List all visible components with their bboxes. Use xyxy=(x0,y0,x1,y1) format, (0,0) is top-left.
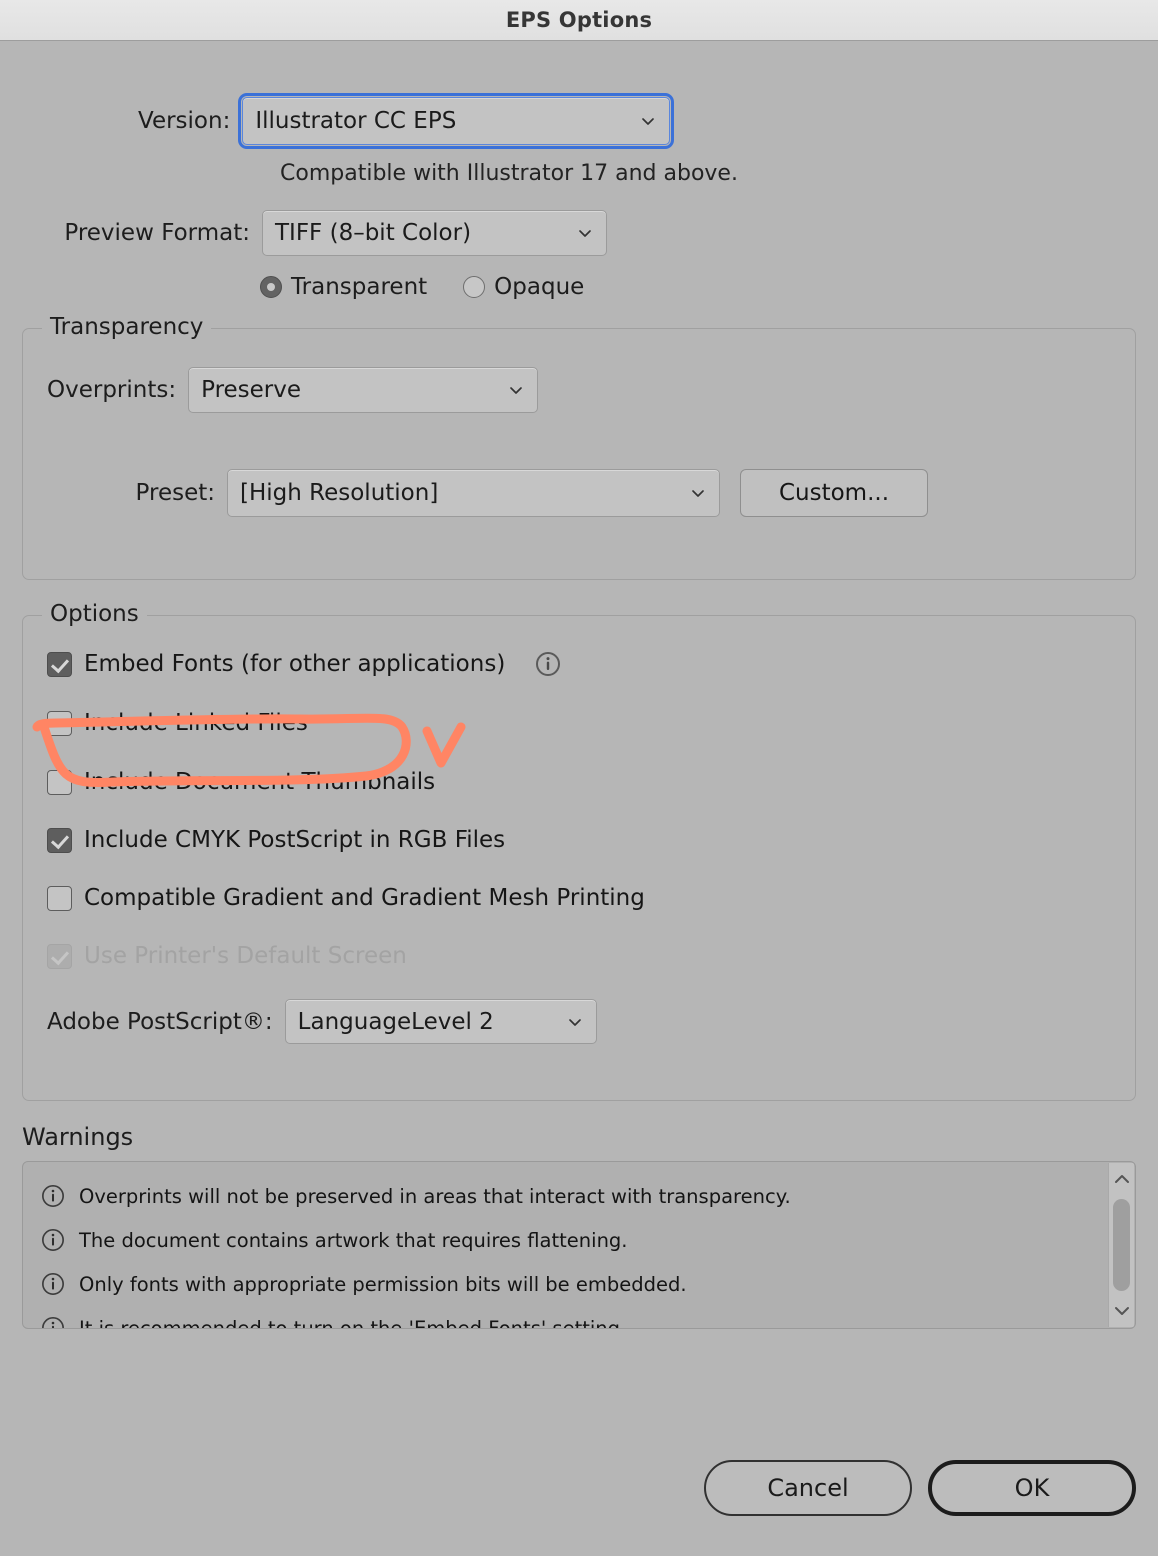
radio-opaque[interactable]: Opaque xyxy=(463,274,584,300)
chevron-up-icon[interactable] xyxy=(1109,1167,1134,1191)
checkbox-include-linked-files-label: Include Linked Files xyxy=(84,710,308,736)
checkbox-use-printers-default-screen-label: Use Printer's Default Screen xyxy=(84,943,407,969)
version-note: Compatible with Illustrator 17 and above… xyxy=(22,161,1136,186)
radio-opaque-indicator[interactable] xyxy=(463,276,486,298)
warning-text: It is recommended to turn on the 'Embed … xyxy=(79,1316,627,1329)
radio-opaque-label: Opaque xyxy=(494,274,585,300)
checkbox-include-document-thumbnails[interactable]: Include Document Thumbnails xyxy=(23,736,1135,795)
version-row: Version: Illustrator CC EPS xyxy=(22,93,1136,149)
checkbox-include-cmyk-postscript[interactable]: Include CMYK PostScript in RGB Files xyxy=(23,795,1135,853)
chevron-down-icon xyxy=(508,382,524,398)
transparency-group: Transparency Overprints: Preserve Preset… xyxy=(22,314,1136,580)
info-icon[interactable] xyxy=(535,651,561,677)
info-icon xyxy=(41,1272,65,1296)
warnings-list: Overprints will not be preserved in area… xyxy=(23,1162,1135,1329)
checkbox-include-cmyk-postscript-label: Include CMYK PostScript in RGB Files xyxy=(84,827,506,853)
cancel-button[interactable]: Cancel xyxy=(704,1460,912,1516)
preview-format-value: TIFF (8–bit Color) xyxy=(275,220,472,246)
radio-transparent-indicator[interactable] xyxy=(260,276,282,298)
preset-value: [High Resolution] xyxy=(240,480,439,506)
checkbox-compatible-gradient-label: Compatible Gradient and Gradient Mesh Pr… xyxy=(84,885,645,911)
preview-transparency-radio-group: Transparent Opaque xyxy=(22,274,1136,300)
adobe-postscript-label: Adobe PostScript®: xyxy=(47,1008,273,1035)
chevron-down-icon[interactable] xyxy=(1109,1299,1134,1323)
warnings-section: Warnings Overprints will not be preserve… xyxy=(22,1123,1136,1329)
checkbox-include-linked-files[interactable]: Include Linked Files xyxy=(23,677,1135,736)
chevron-down-icon xyxy=(690,485,706,501)
checkbox-include-document-thumbnails-box[interactable] xyxy=(47,769,72,795)
chevron-down-icon xyxy=(567,1014,583,1030)
warning-text: Only fonts with appropriate permission b… xyxy=(79,1272,687,1296)
dialog-title: EPS Options xyxy=(505,8,653,32)
warning-item: Only fonts with appropriate permission b… xyxy=(23,1262,1135,1306)
info-icon xyxy=(41,1184,65,1208)
checkbox-include-cmyk-postscript-box[interactable] xyxy=(47,827,72,853)
checkbox-use-printers-default-screen: Use Printer's Default Screen xyxy=(23,911,1135,969)
adobe-postscript-value: LanguageLevel 2 xyxy=(297,1008,494,1035)
overprints-label: Overprints: xyxy=(47,377,177,403)
checkbox-include-document-thumbnails-label: Include Document Thumbnails xyxy=(84,769,436,795)
overprints-row: Overprints: Preserve xyxy=(23,329,1135,413)
preset-select[interactable]: [High Resolution] xyxy=(227,469,720,517)
dialog-body: Version: Illustrator CC EPS Compatible w… xyxy=(0,93,1158,1556)
options-group-label: Options xyxy=(42,601,147,627)
checkbox-embed-fonts-label: Embed Fonts (for other applications) xyxy=(84,651,506,677)
preview-format-row: Preview Format: TIFF (8–bit Color) xyxy=(22,210,1136,256)
checkbox-include-linked-files-box[interactable] xyxy=(47,710,72,736)
version-note-text: Compatible with Illustrator 17 and above… xyxy=(280,161,738,186)
adobe-postscript-select[interactable]: LanguageLevel 2 xyxy=(284,999,597,1044)
version-select-value: Illustrator CC EPS xyxy=(255,108,457,134)
preview-format-select[interactable]: TIFF (8–bit Color) xyxy=(262,210,607,256)
dialog-titlebar: EPS Options xyxy=(0,0,1158,41)
overprints-value: Preserve xyxy=(201,377,302,403)
preview-format-label: Preview Format: xyxy=(64,220,250,246)
preset-label: Preset: xyxy=(135,480,215,506)
warning-text: Overprints will not be preserved in area… xyxy=(79,1184,791,1208)
preset-row: Preset: [High Resolution] Custom... xyxy=(23,413,1135,517)
warning-item: It is recommended to turn on the 'Embed … xyxy=(23,1306,1135,1329)
dialog-button-bar: Cancel OK xyxy=(704,1460,1136,1516)
version-label: Version: xyxy=(138,108,231,134)
ok-button[interactable]: OK xyxy=(928,1460,1136,1516)
checkbox-compatible-gradient-box[interactable] xyxy=(47,885,72,911)
checkbox-embed-fonts[interactable]: Embed Fonts (for other applications) xyxy=(23,616,1135,677)
warning-item: Overprints will not be preserved in area… xyxy=(23,1174,1135,1218)
info-icon xyxy=(41,1228,65,1252)
options-group: Options Embed Fonts (for other applicati… xyxy=(22,601,1136,1101)
warning-text: The document contains artwork that requi… xyxy=(79,1228,628,1252)
checkbox-embed-fonts-box[interactable] xyxy=(47,651,72,677)
checkbox-compatible-gradient[interactable]: Compatible Gradient and Gradient Mesh Pr… xyxy=(23,853,1135,911)
chevron-down-icon xyxy=(577,225,593,241)
chevron-down-icon xyxy=(640,113,656,129)
version-select[interactable]: Illustrator CC EPS xyxy=(238,93,675,149)
radio-transparent[interactable]: Transparent xyxy=(260,274,427,300)
info-icon xyxy=(41,1316,65,1328)
warnings-scrollbar[interactable] xyxy=(1108,1163,1134,1327)
scrollbar-thumb[interactable] xyxy=(1113,1199,1130,1291)
radio-transparent-label: Transparent xyxy=(291,274,428,300)
custom-button[interactable]: Custom... xyxy=(740,469,928,517)
adobe-postscript-row: Adobe PostScript®: LanguageLevel 2 xyxy=(23,969,1135,1044)
transparency-group-label: Transparency xyxy=(42,314,212,340)
warning-item: The document contains artwork that requi… xyxy=(23,1218,1135,1262)
checkbox-use-printers-default-screen-box xyxy=(47,943,72,969)
overprints-select[interactable]: Preserve xyxy=(188,367,539,413)
warnings-list-box: Overprints will not be preserved in area… xyxy=(22,1161,1136,1329)
warnings-label: Warnings xyxy=(22,1123,134,1151)
